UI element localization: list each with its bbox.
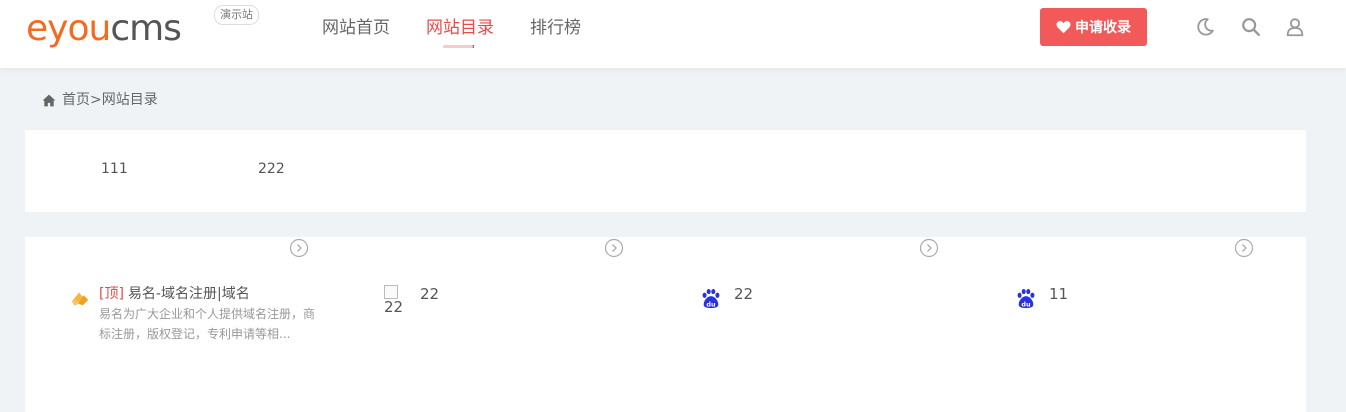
site-item[interactable]: [顶] 易名-域名注册|域名 易名为广大企业和个人提供域名注册，商标注册，版权登记… [69, 283, 315, 343]
nav-item-ranking[interactable]: 排行榜 [530, 0, 581, 68]
category-card: 111 222 [25, 130, 1306, 212]
logo-you: you [47, 8, 111, 49]
user-icon[interactable] [1284, 16, 1306, 38]
header: e you cms 演示站 网站首页 网站目录 排行榜 申请收录 [0, 0, 1346, 68]
logo-cms: cms [110, 8, 182, 49]
breadcrumb-separator: > [90, 92, 102, 108]
main-nav: 网站首页 网站目录 排行榜 [322, 0, 617, 68]
site-title[interactable]: 22 [420, 284, 439, 304]
svg-text:du: du [706, 300, 716, 308]
svg-text:du: du [1021, 300, 1031, 308]
category-item[interactable]: 111 [101, 161, 128, 177]
broken-image-icon: 22 [384, 285, 406, 323]
yiming-logo-icon [71, 292, 89, 306]
breadcrumb-home[interactable]: 首页 [62, 90, 90, 110]
site-list-card: [顶] 易名-域名注册|域名 易名为广大企业和个人提供域名注册，商标注册，版权登记… [25, 237, 1306, 412]
demo-badge: 演示站 [214, 5, 259, 25]
home-icon [42, 94, 56, 106]
broken-image-alt: 22 [384, 298, 404, 316]
chevron-right-icon[interactable] [289, 238, 309, 258]
site-title[interactable]: 11 [1049, 284, 1068, 304]
category-item[interactable]: 222 [258, 161, 285, 177]
chevron-right-icon[interactable] [604, 238, 624, 258]
site-item[interactable]: du 11 [1015, 283, 1255, 343]
baidu-icon: du [1017, 289, 1035, 308]
site-item[interactable]: du 22 [700, 283, 940, 343]
broken-image-frame [384, 285, 398, 299]
nav-item-directory[interactable]: 网站目录 [426, 0, 494, 68]
apply-listing-label: 申请收录 [1075, 20, 1131, 36]
logo-e: e [26, 8, 48, 49]
search-icon[interactable] [1240, 16, 1262, 38]
chevron-right-icon[interactable] [1234, 238, 1254, 258]
breadcrumb-current[interactable]: 网站目录 [102, 90, 158, 110]
chevron-right-icon[interactable] [919, 238, 939, 258]
baidu-icon: du [702, 289, 720, 308]
apply-listing-button[interactable]: 申请收录 [1040, 8, 1147, 46]
site-name[interactable]: [顶] 易名-域名注册|域名 [99, 284, 250, 304]
site-title: 易名-域名注册|域名 [127, 286, 250, 302]
site-title[interactable]: 22 [734, 284, 753, 304]
site-description: 易名为广大企业和个人提供域名注册，商标注册，版权登记，专利申请等相... [99, 307, 316, 341]
top-tag: [顶] [99, 286, 124, 302]
site-item[interactable]: 22 22 [384, 283, 624, 343]
eyoucms-logo[interactable]: e you cms [26, 4, 182, 50]
heart-icon [1056, 21, 1071, 34]
nav-item-home[interactable]: 网站首页 [322, 0, 390, 68]
moon-icon[interactable] [1194, 16, 1216, 38]
breadcrumb: 首页 > 网站目录 [42, 90, 158, 110]
